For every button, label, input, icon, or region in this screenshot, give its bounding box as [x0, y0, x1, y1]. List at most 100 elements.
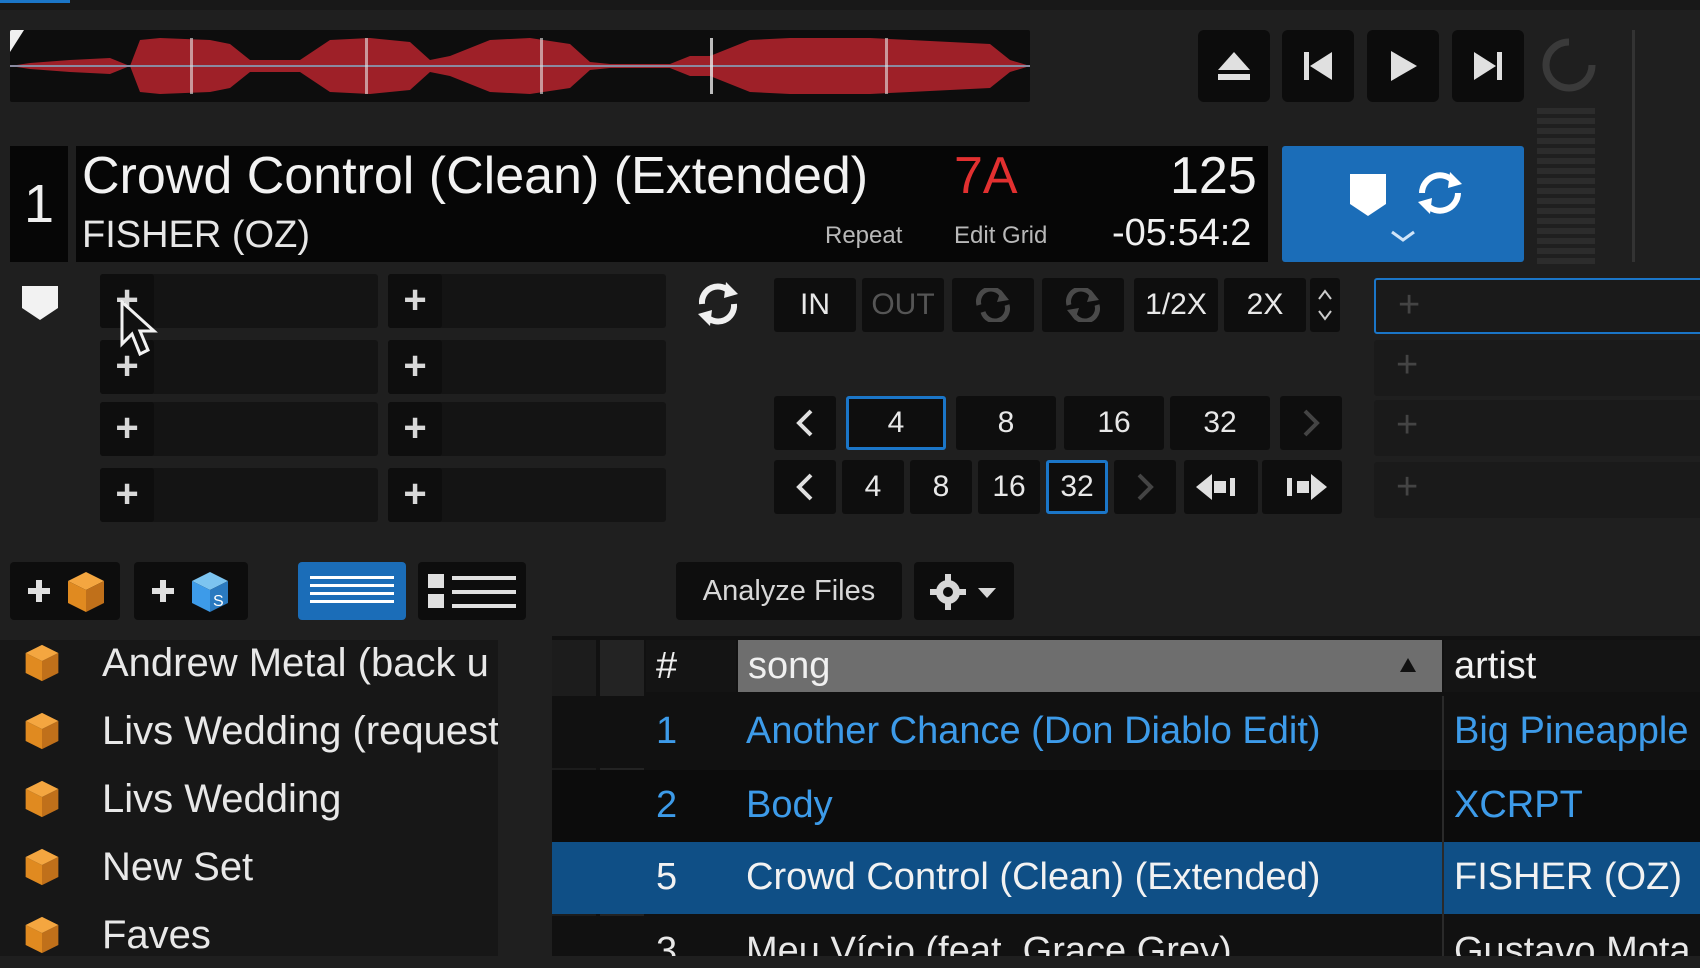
crate-item[interactable]: Andrew Metal (back u	[22, 630, 498, 696]
row-artist: XCRPT	[1454, 784, 1583, 826]
add-cue-button[interactable]: +	[388, 468, 442, 522]
column-header-song[interactable]: song	[738, 640, 1442, 692]
selected-row-gutter	[552, 842, 596, 914]
crate-label: Faves	[102, 912, 211, 957]
add-cue-button[interactable]: +	[100, 468, 154, 522]
sync-panel[interactable]	[1282, 146, 1524, 262]
beatjump-forward-button[interactable]	[1262, 460, 1342, 514]
loop-half-button[interactable]: 1/2X	[1134, 278, 1218, 332]
sort-ascending-icon	[1400, 658, 1416, 672]
roll-16[interactable]: 16	[978, 460, 1040, 514]
play-button[interactable]	[1367, 30, 1439, 102]
table-row-selected[interactable]: 5 Crowd Control (Clean) (Extended) FISHE…	[552, 842, 1700, 914]
table-row[interactable]: 3 Meu Vício (feat. Grace Grey) Gustavo M…	[552, 916, 1700, 956]
cursor-icon	[120, 300, 158, 357]
loop-out-button[interactable]: OUT	[862, 278, 944, 332]
edit-grid-button[interactable]: Edit Grid	[954, 222, 1047, 250]
crate-item[interactable]: Livs Wedding	[22, 766, 498, 832]
add-cue-button[interactable]: +	[100, 402, 154, 456]
add-crate-button[interactable]	[10, 562, 120, 620]
sampler-slot-3[interactable]: +	[1374, 400, 1700, 456]
crate-icon	[68, 572, 104, 612]
crate-item[interactable]: Livs Wedding (request	[22, 698, 498, 764]
column-divider	[1442, 696, 1444, 956]
eject-icon	[1218, 52, 1250, 80]
cue-pad-8[interactable]: +	[388, 468, 666, 522]
add-smart-crate-button[interactable]: S	[134, 562, 248, 620]
loop-in-button[interactable]: IN	[774, 278, 856, 332]
auto-loop-32[interactable]: 32	[1170, 396, 1270, 450]
cue-pad-6[interactable]: +	[388, 402, 666, 456]
spinner-icon	[1540, 36, 1598, 94]
add-sample-icon: +	[1396, 404, 1419, 446]
settings-button[interactable]	[914, 562, 1014, 620]
row-number: 5	[656, 856, 678, 898]
crate-item[interactable]: New Set	[22, 834, 498, 900]
cue-marker-icon	[22, 286, 58, 320]
sampler-slot-4[interactable]: +	[1374, 462, 1700, 518]
row-artist: Gustavo Mota	[1454, 930, 1691, 956]
level-meter	[1537, 108, 1595, 268]
previous-button[interactable]	[1282, 30, 1354, 102]
roll-32[interactable]: 32	[1046, 460, 1108, 514]
analyze-files-button[interactable]: Analyze Files	[676, 562, 902, 620]
roll-4[interactable]: 4	[842, 460, 904, 514]
table-row[interactable]: 1 Another Chance (Don Diablo Edit) Big P…	[552, 696, 1700, 768]
track-bpm: 125	[1170, 147, 1257, 205]
add-cue-button[interactable]: +	[388, 340, 442, 394]
detail-view-button[interactable]	[418, 562, 526, 620]
next-button[interactable]	[1452, 30, 1524, 102]
column-header-number[interactable]: #	[646, 640, 736, 692]
cue-pad-2[interactable]: +	[388, 274, 666, 328]
track-key: 7A	[954, 147, 1018, 205]
loop-toggle-button[interactable]	[1042, 278, 1124, 332]
crate-icon	[25, 644, 59, 682]
loop-stepper[interactable]	[1310, 278, 1340, 332]
sampler-slot-2[interactable]: +	[1374, 340, 1700, 396]
auto-loop-next-button[interactable]	[1280, 396, 1342, 450]
repeat-button[interactable]: Repeat	[825, 222, 902, 250]
auto-loop-prev-button[interactable]	[774, 396, 836, 450]
crate-icon	[25, 916, 59, 954]
row-song: Crowd Control (Clean) (Extended)	[746, 856, 1321, 898]
chevron-left-icon	[796, 409, 813, 437]
cue-pad-5[interactable]: +	[100, 402, 378, 456]
loop-icon[interactable]	[692, 278, 744, 330]
previous-icon	[1304, 52, 1332, 80]
auto-loop-8[interactable]: 8	[956, 396, 1056, 450]
roll-prev-button[interactable]	[774, 460, 836, 514]
beatjump-back-button[interactable]	[1184, 460, 1258, 514]
add-cue-button[interactable]: +	[388, 274, 442, 328]
reloop-icon	[976, 288, 1010, 322]
add-sample-icon: +	[1396, 466, 1419, 508]
cue-pad-7[interactable]: +	[100, 468, 378, 522]
roll-next-button[interactable]	[1114, 460, 1176, 514]
auto-loop-16[interactable]: 16	[1064, 396, 1164, 450]
crate-icon	[25, 780, 59, 818]
loop-double-button[interactable]: 2X	[1224, 278, 1306, 332]
row-artist: FISHER (OZ)	[1454, 856, 1682, 898]
chevron-down-icon	[978, 588, 996, 598]
add-sample-icon: +	[1398, 284, 1421, 326]
list-view-icon	[310, 576, 394, 603]
waveform-overview[interactable]	[10, 30, 1030, 102]
sampler-slot-1[interactable]: +	[1374, 278, 1700, 334]
crate-label: New Set	[102, 844, 254, 889]
cue-icon	[1350, 174, 1386, 216]
gear-icon	[930, 574, 966, 610]
list-view-button[interactable]	[298, 562, 406, 620]
crate-item[interactable]: Faves	[22, 902, 498, 968]
column-header-song-label: song	[748, 644, 831, 687]
table-row[interactable]: 2 Body XCRPT	[552, 770, 1700, 842]
crate-icon	[25, 712, 59, 750]
eject-button[interactable]	[1198, 30, 1270, 102]
svg-text:S: S	[213, 593, 224, 610]
add-cue-button[interactable]: +	[388, 402, 442, 456]
reloop-button[interactable]	[952, 278, 1034, 332]
column-header-artist[interactable]: artist	[1444, 640, 1700, 692]
row-number: 2	[656, 784, 678, 826]
auto-loop-4[interactable]: 4	[846, 396, 946, 450]
roll-8[interactable]: 8	[910, 460, 972, 514]
cue-pad-4[interactable]: +	[388, 340, 666, 394]
play-icon	[1391, 51, 1417, 81]
